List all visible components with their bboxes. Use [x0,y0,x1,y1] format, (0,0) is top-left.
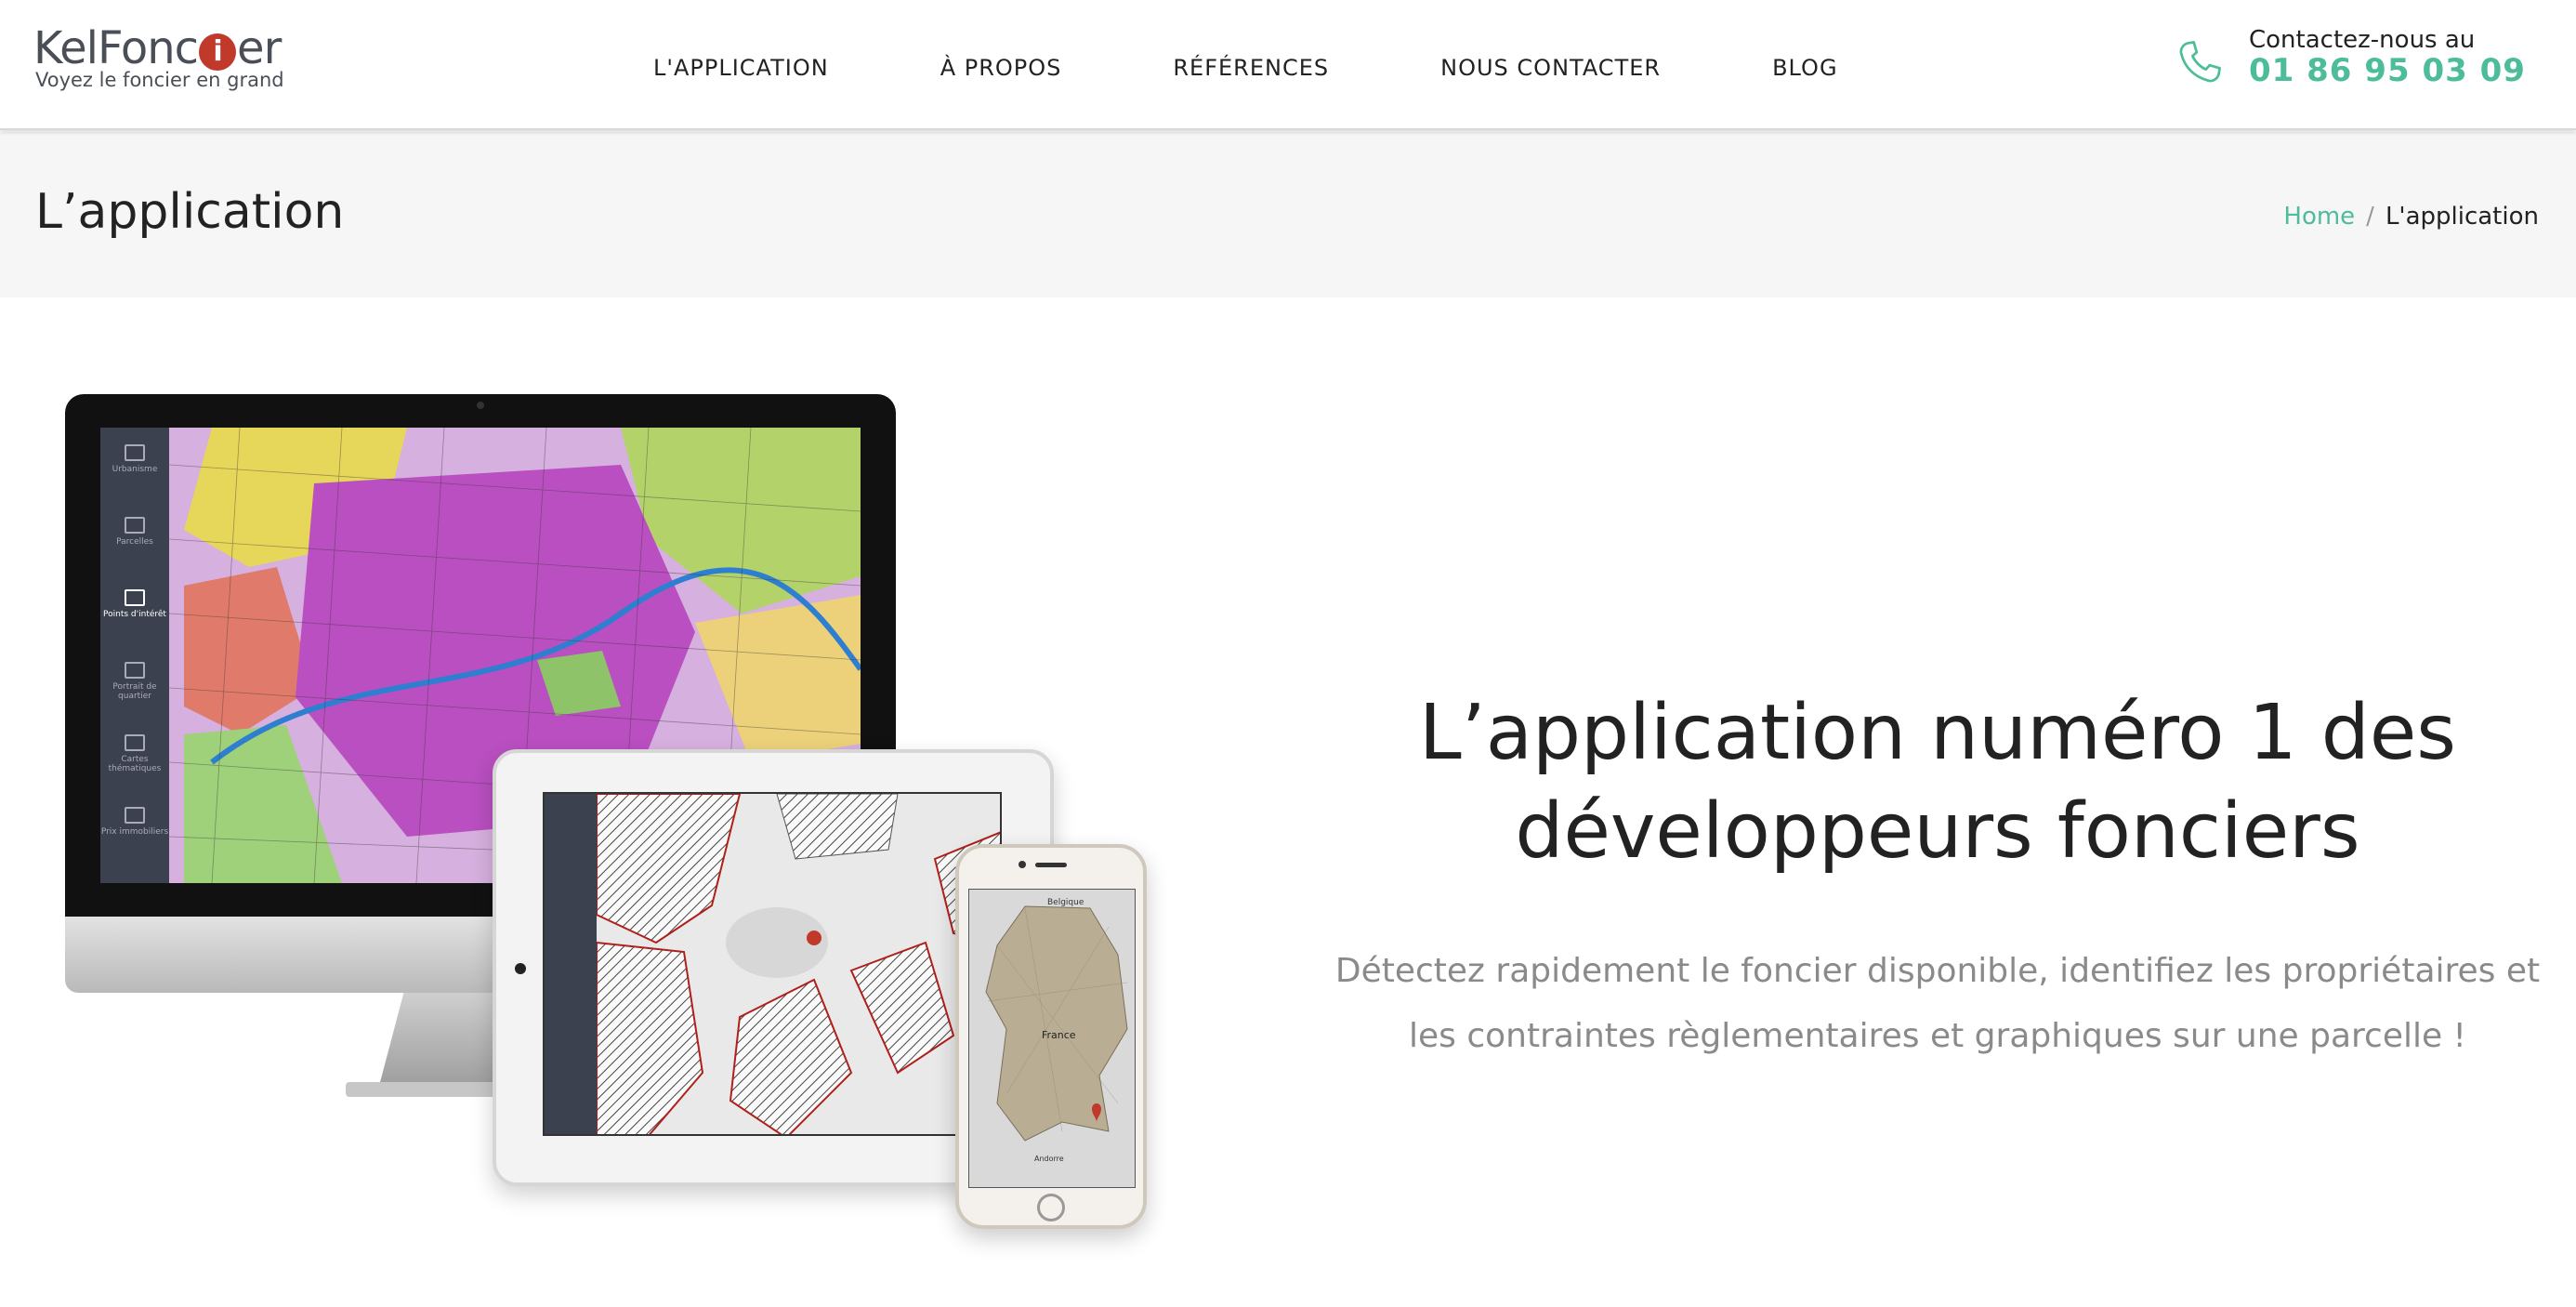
breadcrumb-separator: / [2366,203,2374,231]
map-icon [125,734,145,751]
parcel-icon [125,517,145,534]
bar-chart-icon [125,662,145,679]
nav-item-a-propos[interactable]: À PROPOS [940,52,1062,84]
logo-wordmark: KelFonc i er [33,22,282,74]
sidebar-item-cartes-thematiques: Cartes thématiques [100,734,169,773]
devices-mockup-image: Urbanisme Parcelles Points d'intérêt Por… [56,381,1171,1292]
france-map-graphic: Belgique France Andorre [969,890,1135,1187]
phone-icon[interactable] [2175,37,2225,87]
map-label-belgique: Belgique [1047,898,1084,907]
logo[interactable]: KelFonc i er Voyez le foncier en grand [33,22,284,97]
tablet-home-button [515,963,526,974]
map-label-andorre: Andorre [1034,1155,1064,1163]
sidebar-item-points-interet: Points d'intérêt [100,589,169,619]
header-contact: Contactez-nous au 01 86 95 03 09 [2175,24,2525,99]
logo-tagline: Voyez le foncier en grand [35,69,284,91]
phone-device: Belgique France Andorre [955,844,1147,1229]
main-nav: L'APPLICATION À PROPOS RÉFÉRENCES NOUS C… [653,52,1838,84]
sidebar-item-urbanisme: Urbanisme [100,444,169,474]
contact-label: Contactez-nous au [2249,26,2476,54]
hero-title: L’application numéro 1 des développeurs … [1418,689,2456,876]
page-titlebar: L’application Home / L'application [0,132,2576,297]
logo-i-badge: i [199,33,237,71]
nav-item-references[interactable]: RÉFÉRENCES [1173,52,1329,84]
sidebar-item-portrait-quartier: Portrait de quartier [100,662,169,701]
map-label-france: France [1042,1029,1076,1041]
phone-screen-map: Belgique France Andorre [968,889,1136,1188]
nav-item-nous-contacter[interactable]: NOUS CONTACTER [1440,52,1661,84]
page-title: L’application [35,184,345,240]
parcel-map-graphic [545,794,1000,1134]
building-icon [125,444,145,461]
app-sidebar: Urbanisme Parcelles Points d'intérêt Por… [100,428,169,883]
site-header: KelFonc i er Voyez le foncier en grand L'A… [0,0,2576,130]
phone-camera [1019,861,1026,868]
nav-item-blog[interactable]: BLOG [1772,52,1837,84]
tablet-screen-map [543,792,1002,1136]
nav-item-application[interactable]: L'APPLICATION [653,52,829,84]
sidebar-item-parcelles: Parcelles [100,517,169,547]
breadcrumb-home-link[interactable]: Home [2283,203,2355,231]
contact-phone-number[interactable]: 01 86 95 03 09 [2249,52,2526,89]
phone-home-button [1037,1194,1065,1221]
flag-icon [125,589,145,606]
euro-icon [125,807,145,824]
imac-camera [477,402,484,409]
phone-speaker [1035,863,1067,867]
breadcrumb: Home / L'application [2283,203,2539,231]
sidebar-item-prix-immobiliers: Prix immobiliers [100,807,169,837]
hero-subtitle: Détectez rapidement le foncier disponibl… [1334,952,2541,1055]
breadcrumb-current: L'application [2385,203,2539,231]
